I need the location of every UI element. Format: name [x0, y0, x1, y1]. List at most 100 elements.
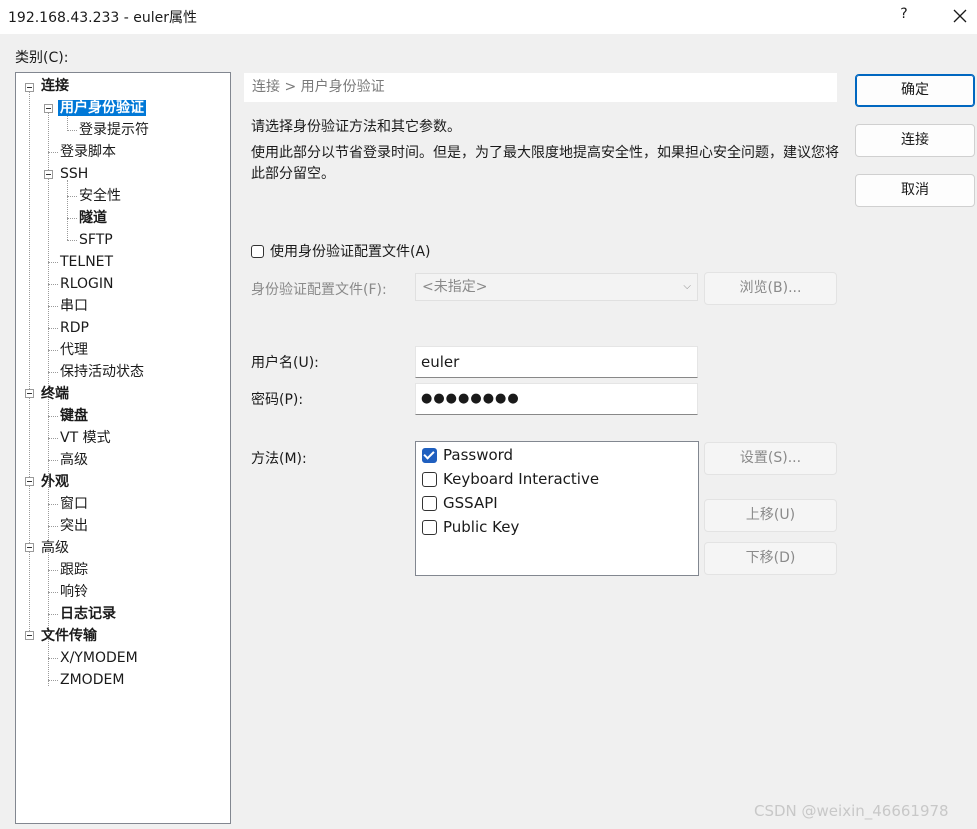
username-field[interactable]: euler — [415, 346, 698, 378]
description-line-1: 请选择身份验证方法和其它参数。 — [251, 119, 461, 135]
tree-item-window[interactable]: 窗口 — [60, 494, 88, 514]
collapse-icon[interactable] — [25, 477, 34, 486]
tree-line — [67, 218, 77, 219]
auth-profile-select[interactable]: <未指定> ⌵ — [415, 273, 698, 301]
use-auth-profile-label: 使用身份验证配置文件(A) — [270, 244, 431, 260]
tree-line — [48, 284, 58, 285]
tree-line — [48, 614, 58, 615]
tree-line — [48, 306, 58, 307]
method-password[interactable]: Password — [422, 444, 513, 466]
tree-item-user-auth[interactable]: 用户身份验证 — [58, 98, 146, 118]
tree-item-trace[interactable]: 跟踪 — [60, 560, 88, 580]
breadcrumb: 连接 > 用户身份验证 — [244, 73, 837, 102]
method-label: 方法(M): — [251, 451, 307, 467]
description-line-2: 使用此部分以节省登录时间。但是，为了最大限度地提高安全性，如果担心安全问题，建议… — [251, 145, 839, 182]
password-field[interactable]: ●●●●●●●● — [415, 383, 698, 415]
tree-item-appearance[interactable]: 外观 — [41, 472, 69, 492]
checkbox-icon — [422, 495, 437, 511]
tree-item-highlight[interactable]: 突出 — [60, 516, 88, 536]
tree-line — [67, 196, 77, 197]
collapse-icon[interactable] — [25, 631, 34, 640]
move-down-button[interactable]: 下移(D) — [704, 542, 837, 575]
help-button[interactable]: ? — [896, 6, 912, 22]
watermark: CSDN @weixin_46661978 — [754, 802, 949, 820]
checkbox-checked-icon — [422, 447, 437, 463]
tree-item-xymodem[interactable]: X/YMODEM — [60, 648, 138, 668]
tree-line — [67, 180, 68, 240]
tree-item-rdp[interactable]: RDP — [60, 318, 89, 338]
close-button[interactable] — [947, 2, 975, 30]
method-gssapi[interactable]: GSSAPI — [422, 492, 498, 514]
title-bar: 192.168.43.233 - euler属性 ? — [0, 0, 977, 34]
tree-line — [48, 350, 58, 351]
browse-button[interactable]: 浏览(B)... — [704, 272, 837, 305]
collapse-icon[interactable] — [44, 170, 53, 179]
tree-line — [29, 90, 30, 635]
ok-button[interactable]: 确定 — [855, 74, 975, 107]
tree-line — [48, 526, 58, 527]
collapse-icon[interactable] — [44, 104, 53, 113]
collapse-icon[interactable] — [25, 83, 34, 92]
tree-item-terminal-advanced[interactable]: 高级 — [60, 450, 88, 470]
category-tree[interactable]: 连接 用户身份验证 登录提示符 登录脚本 SSH 安全性 隧道 SFTP TEL… — [15, 72, 231, 824]
checkbox-icon — [422, 471, 437, 487]
method-label-password: Password — [443, 446, 514, 464]
collapse-icon[interactable] — [25, 389, 34, 398]
tree-line — [48, 460, 58, 461]
tree-item-terminal[interactable]: 终端 — [41, 384, 69, 404]
move-up-button[interactable]: 上移(U) — [704, 499, 837, 532]
tree-line — [48, 592, 58, 593]
tree-item-serial[interactable]: 串口 — [60, 296, 88, 316]
collapse-icon[interactable] — [25, 543, 34, 552]
tree-line — [48, 262, 58, 263]
tree-item-bell[interactable]: 响铃 — [60, 582, 88, 602]
cancel-button[interactable]: 取消 — [855, 174, 975, 207]
tree-item-zmodem[interactable]: ZMODEM — [60, 670, 124, 690]
method-label-keyboard-interactive: Keyboard Interactive — [443, 470, 600, 488]
tree-line — [48, 680, 58, 681]
tree-line — [48, 152, 58, 153]
tree-item-keepalive[interactable]: 保持活动状态 — [60, 362, 144, 382]
method-label-gssapi: GSSAPI — [443, 494, 498, 512]
category-label: 类别(C): — [15, 50, 69, 66]
tree-item-logging[interactable]: 日志记录 — [60, 604, 116, 624]
tree-line — [48, 372, 58, 373]
tree-item-security[interactable]: 安全性 — [79, 186, 121, 206]
method-public-key[interactable]: Public Key — [422, 516, 519, 538]
window-title: 192.168.43.233 - euler属性 — [8, 10, 198, 26]
checkbox-icon — [251, 244, 264, 258]
close-icon — [953, 9, 967, 23]
method-list[interactable]: Password Keyboard Interactive GSSAPI Pub… — [415, 441, 699, 576]
tree-line — [48, 504, 58, 505]
checkbox-icon — [422, 519, 437, 535]
tree-item-telnet[interactable]: TELNET — [60, 252, 113, 272]
connect-button[interactable]: 连接 — [855, 124, 975, 157]
tree-item-login-prompts[interactable]: 登录提示符 — [79, 120, 149, 140]
tree-item-sftp[interactable]: SFTP — [79, 230, 113, 250]
password-label: 密码(P): — [251, 392, 304, 408]
chevron-down-icon: ⌵ — [683, 281, 691, 292]
tree-line — [67, 240, 77, 241]
tree-item-file-transfer[interactable]: 文件传输 — [41, 626, 97, 646]
tree-line — [48, 658, 58, 659]
tree-item-login-script[interactable]: 登录脚本 — [60, 142, 116, 162]
tree-line — [48, 438, 58, 439]
tree-item-ssh[interactable]: SSH — [60, 164, 88, 184]
tree-item-rlogin[interactable]: RLOGIN — [60, 274, 114, 294]
settings-button[interactable]: 设置(S)... — [704, 442, 837, 475]
method-keyboard-interactive[interactable]: Keyboard Interactive — [422, 468, 599, 490]
auth-profile-value: <未指定> — [422, 279, 488, 295]
tree-item-keyboard[interactable]: 键盘 — [60, 406, 88, 426]
username-label: 用户名(U): — [251, 355, 319, 371]
tree-line — [48, 416, 58, 417]
tree-line — [48, 328, 58, 329]
tree-line — [67, 130, 77, 131]
tree-item-proxy[interactable]: 代理 — [60, 340, 88, 360]
tree-item-connection[interactable]: 连接 — [41, 76, 69, 96]
tree-item-tunneling[interactable]: 隧道 — [79, 208, 107, 228]
tree-item-advanced[interactable]: 高级 — [41, 538, 69, 558]
use-auth-profile-checkbox[interactable]: 使用身份验证配置文件(A) — [251, 241, 431, 261]
method-label-public-key: Public Key — [443, 518, 520, 536]
tree-item-vt-mode[interactable]: VT 模式 — [60, 428, 111, 448]
tree-line — [48, 570, 58, 571]
